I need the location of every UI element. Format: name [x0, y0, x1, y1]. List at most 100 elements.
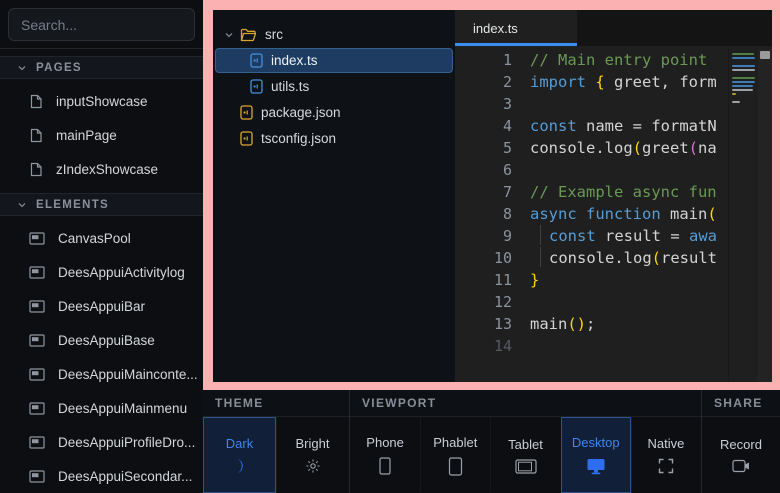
- minimap-line: [732, 85, 753, 87]
- line-number: 2: [455, 71, 512, 93]
- code-token: greet, form: [605, 73, 717, 91]
- code-token: [577, 205, 586, 223]
- code-line: 1// Main entry point: [455, 49, 728, 71]
- sidebar-item-deesappuimainconte[interactable]: DeesAppuiMainconte...: [0, 357, 203, 391]
- code-token: // Main entry point: [530, 51, 707, 69]
- section-label: ELEMENTS: [36, 199, 109, 211]
- minimap-line: [732, 101, 740, 103]
- code-area[interactable]: 1// Main entry point2import { greet, for…: [455, 49, 728, 382]
- code-tokens: async function main(: [512, 203, 717, 225]
- element-icon: [29, 436, 45, 449]
- record-button[interactable]: Record: [702, 417, 780, 493]
- tablet-icon: [515, 459, 537, 474]
- tree-item-src[interactable]: src: [215, 22, 453, 47]
- native-button[interactable]: Native: [631, 417, 701, 493]
- sidebar-item-deesappuisecondar[interactable]: DeesAppuiSecondar...: [0, 459, 203, 493]
- search-input[interactable]: [8, 8, 195, 41]
- tree-item-label: index.ts: [271, 53, 318, 68]
- phone-button[interactable]: Phone: [350, 417, 420, 493]
- section-header-pages[interactable]: PAGES: [0, 56, 203, 79]
- toolbar-button-label: Bright: [296, 436, 330, 451]
- element-icon: [29, 368, 45, 381]
- sun-icon: [305, 458, 321, 474]
- sidebar-item-deesappuibase[interactable]: DeesAppuiBase: [0, 323, 203, 357]
- element-icon: [29, 334, 45, 347]
- code-tokens: [512, 291, 530, 313]
- code-line: 10console.log(result: [455, 247, 728, 269]
- document-icon: [29, 94, 43, 109]
- tablet-button[interactable]: Tablet: [490, 417, 560, 493]
- indent-guide-line: [540, 247, 549, 267]
- minimap[interactable]: [728, 49, 758, 382]
- tab-label: index.ts: [473, 21, 518, 36]
- toolbar-group-label: SHARE: [714, 396, 763, 410]
- sidebar-item-mainpage[interactable]: mainPage: [0, 118, 203, 152]
- tab-bar: index.ts: [455, 10, 772, 46]
- editor: index.ts 1// Main entry point2import { g…: [455, 10, 772, 382]
- minimap-line: [732, 65, 755, 67]
- line-number: 3: [455, 93, 512, 115]
- phablet-button[interactable]: Phablet: [420, 417, 490, 493]
- editor-scrollbar[interactable]: [758, 49, 772, 382]
- tab-index-ts[interactable]: index.ts: [455, 10, 577, 46]
- code-token: console.log: [549, 249, 652, 267]
- sidebar-item-label: DeesAppuiProfileDro...: [58, 435, 195, 450]
- sidebar-item-inputshowcase[interactable]: inputShowcase: [0, 84, 203, 118]
- code-line: 3: [455, 93, 728, 115]
- minimap-line: [732, 61, 758, 63]
- bright-button[interactable]: Bright: [276, 417, 349, 493]
- folder-open-icon: [240, 28, 257, 42]
- code-tokens: console.log(greet(na: [512, 137, 717, 159]
- tree-item-tsconfig-json[interactable]: tsconfig.json: [215, 126, 453, 151]
- toolbar-group-theme: THEMEDarkBright: [203, 390, 349, 493]
- element-icon: [29, 300, 45, 313]
- tree-item-index-ts[interactable]: index.ts: [215, 48, 453, 73]
- desktop-button[interactable]: Desktop: [561, 417, 631, 493]
- code-token: name = formatN: [577, 117, 717, 135]
- code-token: ): [577, 315, 586, 333]
- tree-item-label: utils.ts: [271, 79, 309, 94]
- tree-item-label: package.json: [261, 105, 341, 120]
- sidebar-item-deesappuimainmenu[interactable]: DeesAppuiMainmenu: [0, 391, 203, 425]
- native-icon: [658, 458, 674, 474]
- toolbar-group-buttons: Dark Bright: [203, 417, 349, 493]
- code-token: na: [698, 139, 717, 157]
- sidebar-item-deesappuibar[interactable]: DeesAppuiBar: [0, 289, 203, 323]
- sidebar-item-canvaspool[interactable]: CanvasPool: [0, 221, 203, 255]
- code-token: {: [595, 73, 604, 91]
- dark-button[interactable]: Dark: [203, 417, 276, 493]
- sidebar-item-zindexshowcase[interactable]: zIndexShowcase: [0, 152, 203, 186]
- code-line: 11}: [455, 269, 728, 291]
- scrollbar-thumb[interactable]: [760, 51, 770, 59]
- line-number: 4: [455, 115, 512, 137]
- sidebar-item-deesappuiactivitylog[interactable]: DeesAppuiActivitylog: [0, 255, 203, 289]
- section-header-elements[interactable]: ELEMENTS: [0, 193, 203, 216]
- search-wrap: [0, 0, 203, 41]
- code-editor-demo: src index.ts utils.ts package.json tsconfig.…: [213, 10, 772, 382]
- ts-file-icon: [250, 53, 263, 68]
- section-items: inputShowcasemainPagezIndexShowcase: [0, 79, 203, 186]
- code-token: (: [707, 205, 716, 223]
- file-tree: src index.ts utils.ts package.json tsconfig.…: [213, 10, 455, 382]
- sidebar-item-deesappuiprofiledro[interactable]: DeesAppuiProfileDro...: [0, 425, 203, 459]
- code-line: 13main();: [455, 313, 728, 335]
- code-tokens: [512, 159, 530, 181]
- code-token: }: [530, 271, 539, 289]
- element-icon: [29, 266, 45, 279]
- code-line: 7// Example async fun: [455, 181, 728, 203]
- code-token: (: [652, 249, 661, 267]
- code-tokens: const name = formatN: [512, 115, 717, 137]
- line-number: 7: [455, 181, 512, 203]
- toolbar-group-label: VIEWPORT: [362, 396, 436, 410]
- code-token: (: [633, 139, 642, 157]
- line-number: 10: [455, 247, 512, 269]
- code-token: console.log: [530, 139, 633, 157]
- minimap-line: [732, 53, 754, 55]
- moon-icon: [232, 458, 248, 474]
- toolbar-button-label: Dark: [226, 436, 253, 451]
- bottom-toolbar: THEMEDarkBrightVIEWPORTPhonePhabletTable…: [203, 390, 780, 493]
- line-number: 13: [455, 313, 512, 335]
- sidebar-sections: PAGESinputShowcasemainPagezIndexShowcase…: [0, 56, 203, 493]
- tree-item-package-json[interactable]: package.json: [215, 100, 453, 125]
- tree-item-utils-ts[interactable]: utils.ts: [215, 74, 453, 99]
